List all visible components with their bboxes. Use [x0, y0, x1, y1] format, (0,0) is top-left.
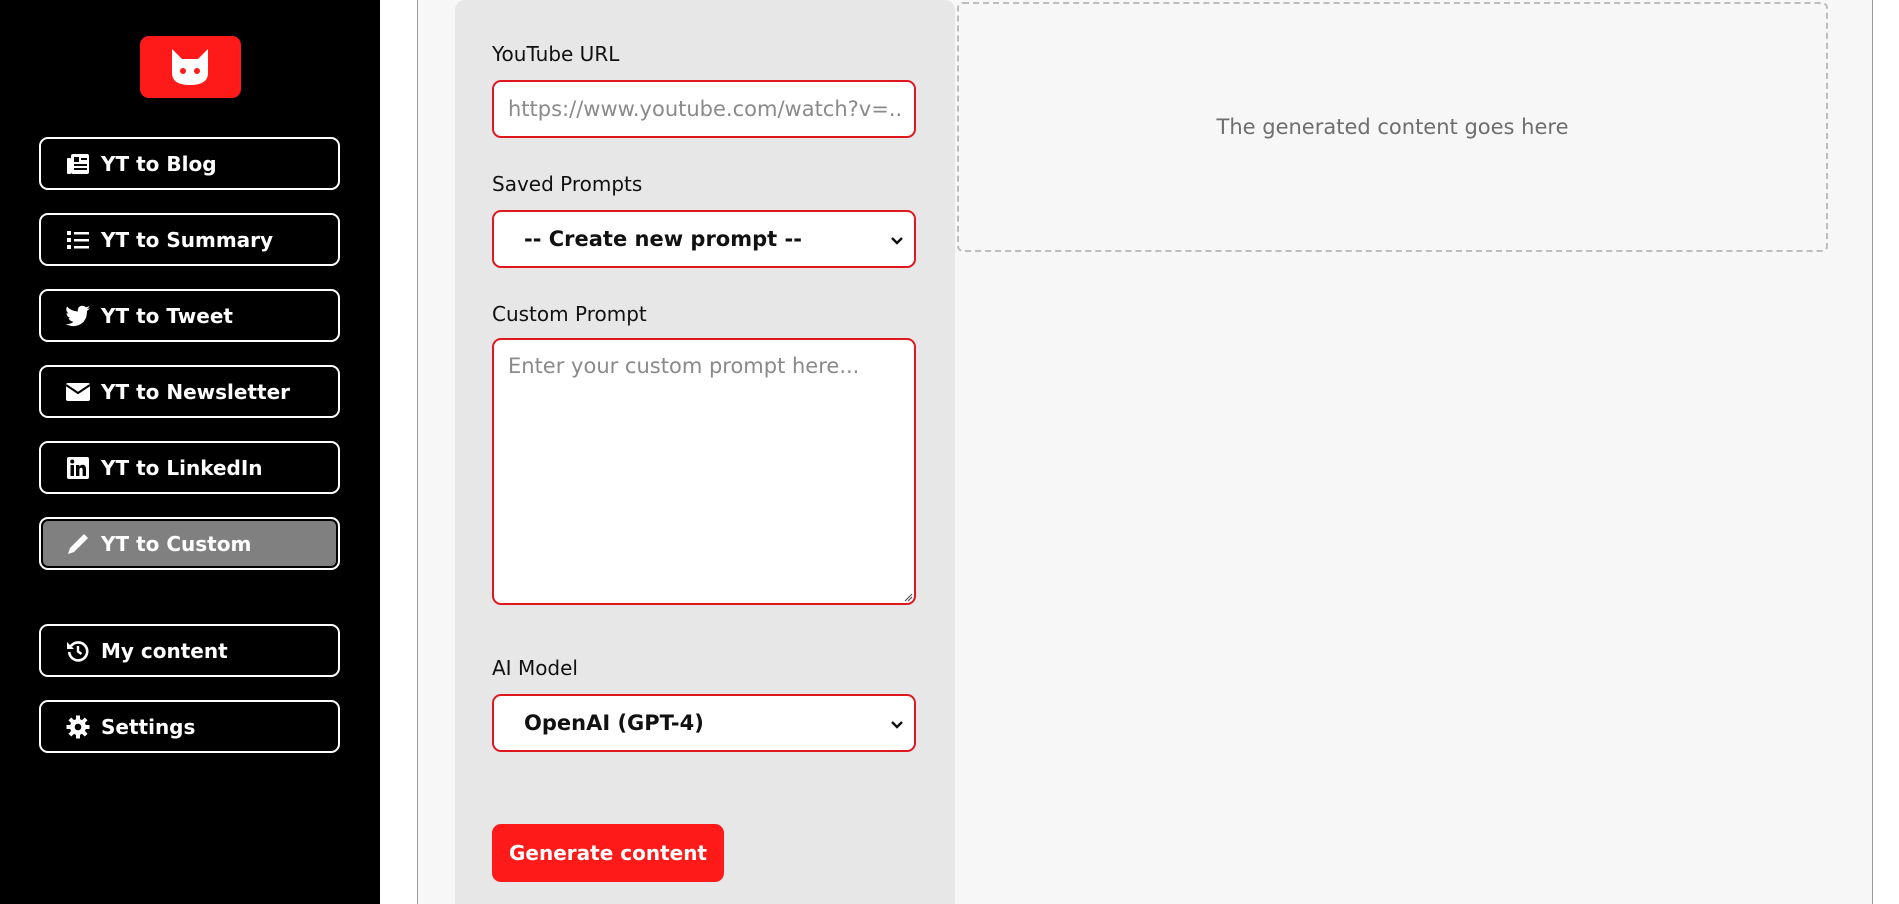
- nav-yt-to-tweet[interactable]: YT to Tweet: [39, 289, 340, 342]
- history-icon: [65, 638, 91, 664]
- resize-grip-icon[interactable]: [903, 592, 913, 602]
- nav-settings[interactable]: Settings: [39, 700, 340, 753]
- ai-model-selected-value: OpenAI (GPT-4): [524, 711, 704, 735]
- cat-face-icon: [172, 49, 208, 85]
- chevron-down-icon: [891, 721, 903, 729]
- nav-label: My content: [101, 638, 228, 663]
- nav-label: YT to Custom: [101, 531, 252, 556]
- newspaper-icon: [65, 151, 91, 177]
- sidebar: YT to Blog YT to Summary YT to Tweet YT …: [0, 0, 380, 904]
- nav-label: YT to Blog: [101, 151, 217, 176]
- app-logo[interactable]: [140, 36, 241, 98]
- nav-yt-to-blog[interactable]: YT to Blog: [39, 137, 340, 190]
- gear-icon: [65, 714, 91, 740]
- nav-yt-to-custom[interactable]: YT to Custom: [39, 517, 340, 570]
- youtube-url-input[interactable]: [492, 80, 916, 138]
- output-placeholder: The generated content goes here: [1216, 115, 1569, 139]
- nav-label: Settings: [101, 714, 196, 739]
- nav-label: YT to Summary: [101, 227, 274, 252]
- nav-my-content[interactable]: My content: [39, 624, 340, 677]
- custom-prompt-textarea[interactable]: [492, 338, 916, 605]
- envelope-icon: [65, 379, 91, 405]
- chevron-down-icon: [891, 237, 903, 245]
- youtube-url-label: YouTube URL: [492, 42, 620, 66]
- saved-prompts-select[interactable]: -- Create new prompt --: [492, 210, 916, 268]
- saved-prompts-selected-value: -- Create new prompt --: [524, 227, 802, 251]
- nav-label: YT to LinkedIn: [101, 455, 263, 480]
- nav-yt-to-summary[interactable]: YT to Summary: [39, 213, 340, 266]
- custom-prompt-label: Custom Prompt: [492, 302, 647, 326]
- ai-model-label: AI Model: [492, 656, 578, 680]
- generated-content-area: The generated content goes here: [957, 2, 1828, 252]
- list-icon: [65, 227, 91, 253]
- generate-content-button[interactable]: Generate content: [492, 824, 724, 882]
- nav-yt-to-linkedin[interactable]: YT to LinkedIn: [39, 441, 340, 494]
- linkedin-icon: [65, 455, 91, 481]
- nav-label: YT to Tweet: [101, 303, 233, 328]
- saved-prompts-label: Saved Prompts: [492, 172, 643, 196]
- nav-yt-to-newsletter[interactable]: YT to Newsletter: [39, 365, 340, 418]
- ai-model-select[interactable]: OpenAI (GPT-4): [492, 694, 916, 752]
- nav-label: YT to Newsletter: [101, 379, 291, 404]
- twitter-bird-icon: [65, 303, 91, 329]
- pencil-icon: [65, 531, 91, 557]
